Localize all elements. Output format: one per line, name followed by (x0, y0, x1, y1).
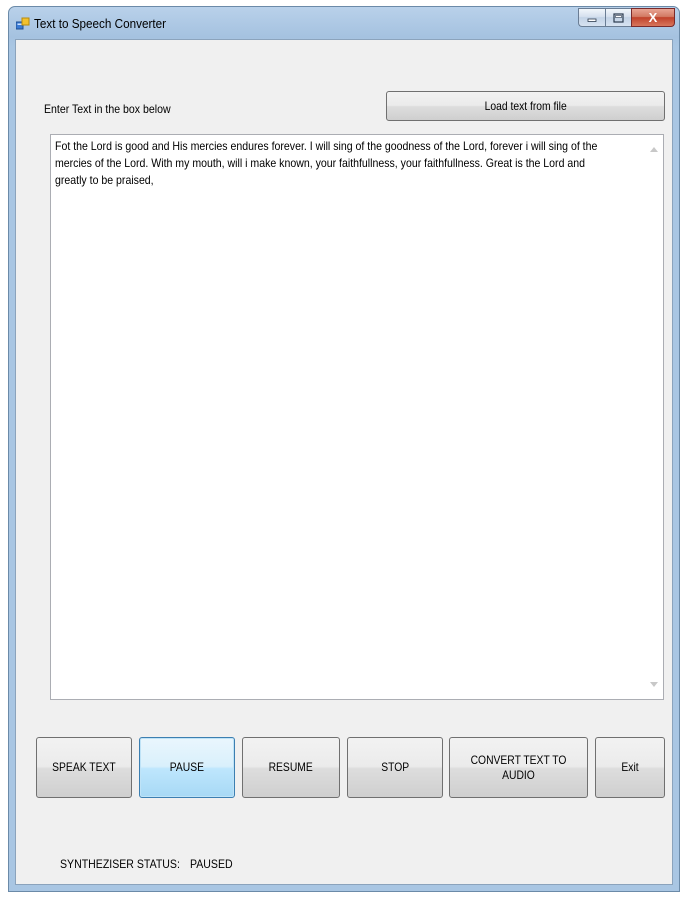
scroll-down-icon[interactable] (650, 682, 658, 687)
exit-button[interactable]: Exit (595, 737, 665, 798)
text-input-area[interactable]: Fot the Lord is good and His mercies end… (50, 134, 664, 700)
vertical-scrollbar[interactable] (646, 135, 663, 699)
pause-button[interactable]: PAUSE (139, 737, 235, 798)
maximize-icon (613, 12, 624, 23)
status-value: PAUSED (190, 857, 233, 871)
exit-button-label: Exit (621, 760, 639, 774)
speak-text-button-label: SPEAK TEXT (52, 760, 116, 774)
status-label: SYNTHEZISER STATUS: (60, 857, 180, 871)
convert-to-audio-button[interactable]: CONVERT TEXT TO AUDIO (449, 737, 588, 798)
maximize-button[interactable] (605, 8, 631, 27)
app-icon (16, 17, 30, 30)
convert-to-audio-button-label: CONVERT TEXT TO AUDIO (470, 752, 567, 782)
speak-text-button[interactable]: SPEAK TEXT (36, 737, 132, 798)
load-text-button[interactable]: Load text from file (386, 91, 665, 121)
title-bar[interactable]: Text to Speech Converter X (9, 7, 679, 39)
minimize-icon (587, 18, 597, 22)
scroll-up-icon[interactable] (650, 147, 658, 152)
app-window: Text to Speech Converter X Enter Text in… (8, 6, 680, 892)
pause-button-label: PAUSE (169, 760, 205, 774)
prompt-label: Enter Text in the box below (44, 102, 171, 116)
text-input-content[interactable]: Fot the Lord is good and His mercies end… (55, 138, 618, 189)
stop-button[interactable]: STOP (347, 737, 443, 798)
close-button[interactable]: X (631, 8, 675, 27)
resume-button-label: RESUME (268, 760, 314, 774)
caption-buttons: X (578, 8, 675, 28)
resume-button[interactable]: RESUME (242, 737, 340, 798)
close-icon: X (648, 10, 658, 25)
stop-button-label: STOP (381, 760, 409, 774)
minimize-button[interactable] (578, 8, 605, 27)
form-client-area: Enter Text in the box below Load text fr… (15, 39, 673, 885)
load-text-button-label: Load text from file (484, 98, 567, 113)
window-title: Text to Speech Converter (34, 16, 167, 31)
